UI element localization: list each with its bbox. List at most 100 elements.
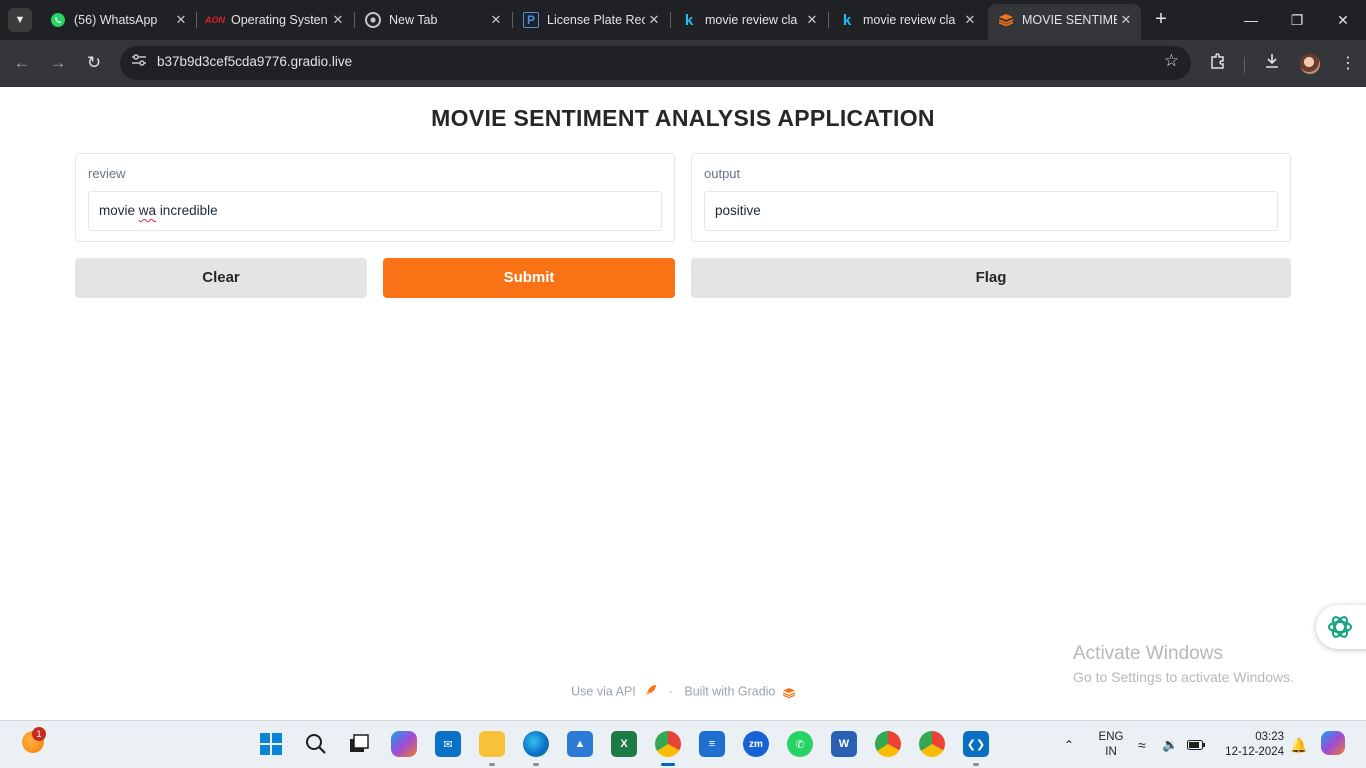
activate-windows-watermark: Activate Windows Go to Settings to activ…: [1073, 643, 1294, 685]
openai-icon: [1326, 613, 1354, 641]
start-button[interactable]: [258, 731, 284, 757]
clear-button[interactable]: Clear: [75, 258, 367, 298]
tab-new-tab[interactable]: New Tab ✕: [355, 6, 511, 34]
running-indicator-active: [661, 763, 675, 766]
arrow-left-icon: ←: [13, 53, 31, 72]
whatsapp-icon: [50, 12, 66, 28]
notification-bell-icon[interactable]: 🔔: [1290, 721, 1307, 768]
arrow-right-icon: →: [49, 53, 67, 72]
restore-icon: ❐: [1290, 12, 1304, 28]
chrome-icon: [365, 12, 381, 28]
language-text: ENG: [1098, 731, 1124, 743]
review-input[interactable]: movie wa incredible: [88, 191, 662, 231]
page-title: MOVIE SENTIMENT ANALYSIS APPLICATION: [431, 105, 935, 131]
watermark-line1: Activate Windows: [1073, 643, 1223, 664]
tab-whatsapp[interactable]: (56) WhatsApp ✕: [40, 6, 196, 34]
close-icon[interactable]: ✕: [803, 12, 821, 28]
browser-toolbar: ← → ↻ b37b9d3cef5cda9776.gradio.live ☆ ⋮: [0, 40, 1366, 87]
excel-icon[interactable]: X: [611, 731, 637, 757]
mail-icon[interactable]: ✉: [435, 731, 461, 757]
output-field[interactable]: positive: [704, 191, 1278, 231]
search-icon[interactable]: [303, 731, 329, 757]
file-explorer-icon[interactable]: [479, 731, 505, 757]
close-icon[interactable]: ✕: [172, 12, 190, 28]
tab-movie-sentiment[interactable]: MOVIE SENTIME ✕: [988, 4, 1141, 40]
close-icon[interactable]: ✕: [329, 12, 347, 28]
back-button[interactable]: ←: [8, 50, 36, 78]
site-settings-icon[interactable]: [128, 52, 150, 74]
close-icon[interactable]: ✕: [645, 12, 663, 28]
battery-icon[interactable]: [1187, 721, 1207, 768]
close-icon[interactable]: ✕: [961, 12, 979, 28]
minimize-icon: —: [1244, 12, 1258, 28]
time-text: 03:23: [1255, 731, 1284, 743]
address-bar[interactable]: b37b9d3cef5cda9776.gradio.live ☆: [120, 46, 1191, 80]
notification-badge: 1: [32, 727, 46, 741]
edge-icon[interactable]: [523, 731, 549, 757]
minimize-button[interactable]: —: [1228, 6, 1274, 34]
tab-movie-review-1[interactable]: k movie review cla ✕: [671, 6, 827, 34]
review-panel: review movie wa incredible: [75, 153, 675, 242]
kaggle-icon: k: [684, 11, 694, 29]
vscode-icon[interactable]: ❮❯: [963, 731, 989, 757]
footer: Use via API · Built with Gradio: [0, 684, 1366, 699]
download-icon[interactable]: [1260, 52, 1284, 76]
bookmark-star-icon[interactable]: ☆: [1164, 51, 1179, 71]
review-misspelled-word: wa: [138, 203, 157, 218]
tab-movie-review-2[interactable]: k movie review cla ✕: [829, 6, 985, 34]
tab-title: MOVIE SENTIME: [1022, 13, 1117, 27]
restore-button[interactable]: ❐: [1274, 6, 1320, 34]
close-icon[interactable]: ✕: [1117, 12, 1135, 28]
flag-button[interactable]: Flag: [691, 258, 1291, 298]
close-window-button[interactable]: ✕: [1320, 6, 1366, 34]
built-with-gradio-link[interactable]: Built with Gradio: [684, 685, 775, 699]
copilot-icon[interactable]: [391, 731, 417, 757]
photos-icon[interactable]: ▲: [567, 731, 593, 757]
new-tab-button[interactable]: +: [1150, 8, 1172, 32]
rocket-icon: [645, 685, 660, 699]
use-via-api-link[interactable]: Use via API: [571, 685, 636, 699]
word-icon[interactable]: W: [831, 731, 857, 757]
output-panel: output positive: [691, 153, 1291, 242]
close-icon[interactable]: ✕: [487, 12, 505, 28]
profile-avatar[interactable]: [1300, 54, 1320, 74]
whatsapp-icon[interactable]: ✆: [787, 731, 813, 757]
notepad-icon[interactable]: ≡: [699, 731, 725, 757]
submit-button[interactable]: Submit: [383, 258, 675, 298]
kebab-menu-icon[interactable]: ⋮: [1336, 52, 1360, 76]
url-text: b37b9d3cef5cda9776.gradio.live: [157, 54, 353, 69]
reload-button[interactable]: ↻: [80, 50, 108, 78]
tray-overflow-icon[interactable]: ⌃: [1064, 721, 1078, 768]
extensions-icon[interactable]: [1206, 52, 1230, 76]
aon-icon: AON: [205, 15, 225, 25]
kaggle-icon: k: [842, 11, 852, 29]
date-text: 12-12-2024: [1225, 746, 1284, 758]
review-word: movie: [99, 203, 136, 218]
chatgpt-sidebar-widget[interactable]: [1316, 605, 1366, 649]
tab-search-button[interactable]: ▼: [8, 8, 32, 32]
running-indicator: [533, 763, 539, 766]
running-indicator: [973, 763, 979, 766]
language-indicator[interactable]: ENG IN: [1096, 721, 1126, 768]
chrome-profile-icon[interactable]: [875, 731, 901, 757]
footer-separator: ·: [668, 684, 673, 699]
zoom-icon[interactable]: zm: [743, 731, 769, 757]
wifi-icon[interactable]: ≈: [1138, 721, 1158, 768]
gradio-logo-icon: [782, 687, 795, 698]
chrome-profile-icon[interactable]: [919, 731, 945, 757]
chrome-icon[interactable]: [655, 731, 681, 757]
chevron-down-icon: ▼: [14, 14, 26, 26]
forward-button[interactable]: →: [44, 50, 72, 78]
toolbar-separator: [1244, 57, 1245, 73]
clock[interactable]: 03:23 12-12-2024: [1220, 721, 1284, 768]
tab-license-plate[interactable]: P License Plate Rec ✕: [513, 6, 669, 34]
volume-icon[interactable]: 🔉: [1162, 721, 1180, 768]
copilot-tray-icon[interactable]: [1321, 731, 1345, 755]
p-icon: P: [523, 12, 539, 28]
output-label: output: [704, 166, 741, 181]
watermark-line2: Go to Settings to activate Windows.: [1073, 669, 1294, 685]
running-indicator: [489, 763, 495, 766]
task-view-icon[interactable]: [346, 731, 372, 757]
tab-operating-system[interactable]: AON Operating Systen ✕: [197, 6, 353, 34]
reload-icon: ↻: [86, 53, 102, 72]
